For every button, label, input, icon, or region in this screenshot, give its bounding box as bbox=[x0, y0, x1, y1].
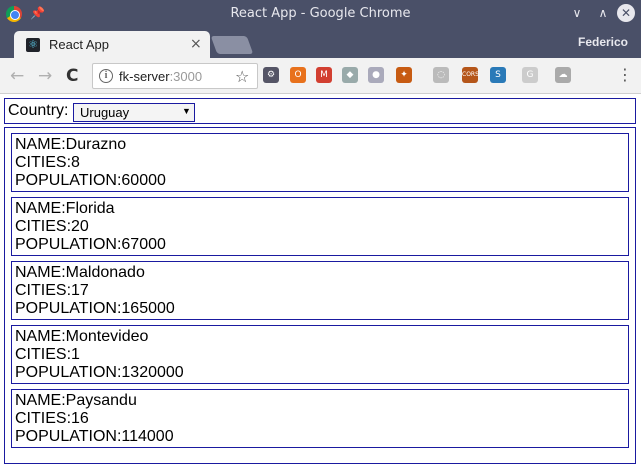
cities-label: CITIES: bbox=[15, 346, 72, 363]
cors-extension-icon[interactable]: CORS bbox=[462, 67, 479, 83]
population-label: POPULATION: bbox=[15, 172, 122, 189]
tab-close-icon[interactable]: × bbox=[190, 36, 202, 52]
country-filter: Country: Uruguay ▼ bbox=[4, 98, 636, 124]
department-population: POPULATION:165000 bbox=[15, 300, 625, 318]
department-name: NAME:Durazno bbox=[15, 136, 625, 154]
department-population: POPULATION:67000 bbox=[15, 236, 625, 254]
name-label: NAME: bbox=[15, 200, 66, 217]
bookmark-star-icon[interactable]: ☆ bbox=[235, 67, 249, 86]
department-cities: CITIES:8 bbox=[15, 154, 625, 172]
gmail-icon[interactable]: M bbox=[316, 67, 332, 83]
cities-value: 1 bbox=[71, 346, 80, 363]
population-value: 67000 bbox=[121, 236, 166, 253]
cities-value: 17 bbox=[71, 282, 89, 299]
cities-value: 8 bbox=[71, 154, 80, 171]
country-select-value: Uruguay bbox=[80, 105, 130, 120]
cloud-extension-icon[interactable]: ☁ bbox=[555, 67, 571, 83]
new-tab-button[interactable] bbox=[210, 36, 254, 54]
url-host: fk-server bbox=[119, 69, 170, 84]
back-button[interactable]: ← bbox=[10, 66, 24, 86]
population-label: POPULATION: bbox=[15, 300, 122, 317]
name-label: NAME: bbox=[15, 136, 66, 153]
name-label: NAME: bbox=[15, 264, 66, 281]
menu-icon[interactable]: ⋮ bbox=[617, 67, 633, 83]
name-value: Paysandu bbox=[65, 392, 137, 409]
url-port: :3000 bbox=[169, 69, 203, 84]
reload-button[interactable]: C bbox=[66, 66, 78, 86]
department-name: NAME:Montevideo bbox=[15, 328, 625, 346]
tab-label: React App bbox=[49, 37, 109, 52]
cities-label: CITIES: bbox=[15, 154, 72, 171]
cities-label: CITIES: bbox=[15, 282, 72, 299]
population-value: 60000 bbox=[121, 172, 166, 189]
gear-icon[interactable]: ⚙ bbox=[263, 67, 279, 83]
department-card: NAME:Florida CITIES:20 POPULATION:67000 bbox=[11, 197, 629, 256]
department-list: NAME:Durazno CITIES:8 POPULATION:60000 NAME… bbox=[4, 127, 636, 464]
spinner-extension-icon[interactable]: ◌ bbox=[433, 67, 449, 83]
name-value: Durazno bbox=[65, 136, 127, 153]
minimize-button[interactable]: ∨ bbox=[568, 4, 586, 22]
name-value: Florida bbox=[65, 200, 115, 217]
cities-value: 20 bbox=[71, 218, 89, 235]
url-text[interactable]: fk-server:3000 bbox=[119, 69, 202, 84]
name-label: NAME: bbox=[15, 392, 66, 409]
department-name: NAME:Paysandu bbox=[15, 392, 625, 410]
puzzle-extension-icon[interactable]: ✦ bbox=[396, 67, 412, 83]
info-icon[interactable]: i bbox=[99, 69, 113, 83]
circle-extension-icon[interactable]: ● bbox=[368, 67, 384, 83]
department-cities: CITIES:16 bbox=[15, 410, 625, 428]
address-bar[interactable]: i fk-server:3000 ☆ bbox=[92, 63, 258, 89]
department-population: POPULATION:60000 bbox=[15, 172, 625, 190]
department-cities: CITIES:17 bbox=[15, 282, 625, 300]
tab-react-app[interactable]: ⚛ React App × bbox=[14, 31, 210, 58]
window-title: React App - Google Chrome bbox=[230, 6, 411, 21]
page-content: Country: Uruguay ▼ NAME:Durazno CITIES:8 P… bbox=[0, 94, 641, 468]
population-label: POPULATION: bbox=[15, 364, 122, 381]
dropbox-icon[interactable]: ◆ bbox=[342, 67, 358, 83]
population-label: POPULATION: bbox=[15, 428, 122, 445]
department-cities: CITIES:20 bbox=[15, 218, 625, 236]
department-card: NAME:Maldonado CITIES:17 POPULATION:165000 bbox=[11, 261, 629, 320]
dropdown-arrow-icon: ▼ bbox=[182, 106, 191, 116]
profile-name[interactable]: Federico bbox=[578, 35, 628, 49]
population-value: 1320000 bbox=[121, 364, 184, 381]
name-value: Montevideo bbox=[65, 328, 149, 345]
g-extension-icon[interactable]: G bbox=[522, 67, 538, 83]
department-population: POPULATION:1320000 bbox=[15, 364, 625, 382]
department-card: NAME:Durazno CITIES:8 POPULATION:60000 bbox=[11, 133, 629, 192]
population-value: 114000 bbox=[121, 428, 174, 445]
name-label: NAME: bbox=[15, 328, 66, 345]
orange-extension-icon[interactable]: O bbox=[290, 67, 306, 83]
department-name: NAME:Florida bbox=[15, 200, 625, 218]
population-label: POPULATION: bbox=[15, 236, 122, 253]
department-card: NAME:Paysandu CITIES:16 POPULATION:114000 bbox=[11, 389, 629, 448]
country-label: Country: bbox=[8, 102, 69, 119]
population-value: 165000 bbox=[121, 300, 175, 317]
cities-label: CITIES: bbox=[15, 410, 72, 427]
department-card: NAME:Montevideo CITIES:1 POPULATION:132000… bbox=[11, 325, 629, 384]
s-extension-icon[interactable]: S bbox=[490, 67, 506, 83]
tab-strip: ⚛ React App × Federico bbox=[0, 28, 641, 58]
department-cities: CITIES:1 bbox=[15, 346, 625, 364]
department-population: POPULATION:114000 bbox=[15, 428, 625, 446]
maximize-button[interactable]: ∧ bbox=[594, 4, 612, 22]
title-bar: 📌 React App - Google Chrome ∨ ∧ ✕ bbox=[0, 0, 641, 28]
cities-label: CITIES: bbox=[15, 218, 72, 235]
cities-value: 16 bbox=[71, 410, 89, 427]
department-name: NAME:Maldonado bbox=[15, 264, 625, 282]
name-value: Maldonado bbox=[65, 264, 145, 281]
close-window-button[interactable]: ✕ bbox=[617, 4, 635, 22]
country-select[interactable]: Uruguay ▼ bbox=[73, 103, 195, 122]
react-icon: ⚛ bbox=[26, 38, 40, 52]
forward-button[interactable]: → bbox=[38, 66, 52, 86]
browser-toolbar: ← → C i fk-server:3000 ☆ ⚙ O M ◆ ● ✦ ◌ CORS S G ☁ ⋮ bbox=[0, 58, 641, 94]
